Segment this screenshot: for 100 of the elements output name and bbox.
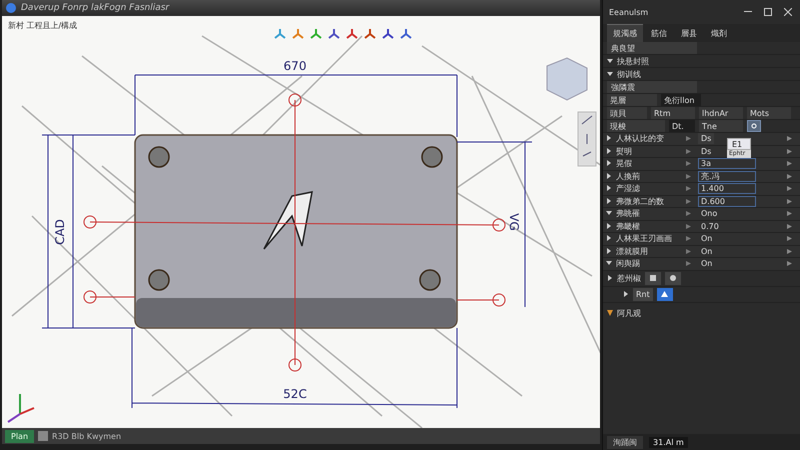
property-label: 熨明 [616, 146, 633, 157]
section-heading: 彻训线 [617, 68, 641, 80]
square-icon [650, 275, 656, 281]
property-label: 晃假 [616, 158, 633, 170]
view-cube-icon[interactable] [546, 57, 588, 101]
circle-icon [670, 275, 676, 281]
axis-view-icon[interactable] [364, 28, 376, 39]
cad-viewport[interactable]: 670 CAD VG 52C 新村 工程且上/構成 [2, 16, 600, 428]
section-heading: 抉悬封照 [617, 56, 649, 66]
tool-button[interactable] [645, 272, 661, 284]
panel-tab[interactable]: 規濁感 [607, 24, 643, 42]
chevron-icon[interactable] [787, 174, 792, 179]
flag-icon [686, 148, 691, 154]
status-text: R3D Blb Kwymen [52, 432, 122, 440]
property-value[interactable]: On [698, 233, 716, 244]
caret-icon[interactable] [623, 291, 629, 297]
property-value[interactable]: 0.70 [698, 220, 722, 232]
flag-icon [686, 161, 691, 166]
section-heading: 阿凡观 [617, 308, 641, 318]
property-label: 产湿滤 [616, 183, 641, 194]
panel-tab[interactable]: 筋信 [645, 24, 673, 42]
column-header: lhdnAr [699, 107, 743, 119]
search-button[interactable] [747, 120, 761, 132]
flag-icon [686, 236, 691, 242]
caret-icon[interactable] [607, 275, 613, 281]
search-icon [751, 123, 757, 129]
part-model-drawing[interactable] [134, 134, 458, 329]
property-label: 人林认比的变 [616, 133, 665, 144]
caret-icon[interactable] [607, 71, 613, 77]
triangle-icon [661, 291, 668, 297]
mode-dropdown[interactable]: 強隣震 [607, 81, 697, 93]
axis-view-icon[interactable] [328, 28, 340, 39]
sub-row-button[interactable]: Rnt [633, 288, 653, 300]
popup-value: E1 [727, 138, 751, 150]
chevron-icon[interactable] [787, 261, 792, 266]
chevron-icon[interactable] [787, 136, 792, 142]
window-title: Daverup Fonrp lakFogn Fasnliasr [21, 3, 170, 13]
property-value[interactable]: Ono [698, 208, 720, 220]
layer-value: 免衍llon [661, 94, 701, 106]
grid-icon[interactable] [38, 431, 48, 441]
axis-view-icon[interactable] [346, 28, 358, 39]
tool-button[interactable] [665, 272, 681, 284]
column-header: Mots [747, 107, 791, 119]
panel-tab[interactable]: 層县 [675, 24, 703, 42]
flag-icon [686, 248, 691, 254]
flag-icon [686, 224, 691, 229]
property-label: 弗微弟二的数 [616, 196, 665, 207]
axis-view-icon[interactable] [400, 28, 412, 39]
property-value[interactable]: 3a [698, 158, 756, 170]
grid-cell: Dt. [669, 120, 695, 132]
footer-value: 31.Al m [649, 436, 688, 448]
footer-label: 洵踊闽 [607, 436, 643, 448]
minimize-icon [744, 11, 752, 13]
column-header: 頭貝 [607, 107, 647, 119]
property-label: 人換荊 [616, 170, 641, 182]
property-value[interactable]: 1.400 [698, 183, 756, 194]
property-label: 惹州椒 [617, 272, 641, 284]
caret-icon[interactable] [607, 310, 613, 316]
flag-icon [686, 174, 691, 179]
tool-button[interactable] [656, 288, 673, 300]
flag-icon [686, 198, 691, 204]
property-label: 弗眺罹 [616, 208, 641, 220]
chevron-icon[interactable] [787, 211, 792, 216]
dimension-label: CAD [53, 219, 67, 245]
dimension-label: 52C [283, 387, 307, 401]
chevron-icon[interactable] [787, 161, 792, 166]
grid-cell: Tne [699, 120, 743, 132]
chevron-icon[interactable] [787, 186, 792, 192]
mode-button[interactable]: Plan [5, 430, 34, 442]
view-tools-icon[interactable] [578, 112, 596, 166]
property-value[interactable]: On [698, 258, 716, 270]
caret-icon[interactable] [607, 58, 613, 64]
layer-label: 晃層 [607, 94, 657, 106]
chevron-icon[interactable] [787, 198, 792, 204]
panel-tab[interactable]: 熾剤 [705, 24, 733, 42]
close-button[interactable] [782, 6, 794, 18]
dimension-label: 670 [284, 59, 306, 73]
chevron-icon[interactable] [787, 224, 792, 229]
preset-dropdown[interactable]: 典良望 [607, 42, 697, 54]
chevron-icon[interactable] [787, 148, 792, 154]
column-header: Rtm [651, 107, 695, 119]
property-label: 弗畿權 [616, 220, 641, 232]
chevron-icon[interactable] [787, 236, 792, 242]
dimension-label: VG [507, 213, 521, 231]
flag-icon [686, 186, 691, 192]
property-label: 漂就膜用 [616, 246, 649, 257]
property-value[interactable]: On [698, 246, 716, 257]
grid-cell: 現梭 [607, 120, 665, 132]
flag-icon [686, 261, 691, 266]
property-value[interactable]: Ds [698, 146, 714, 157]
property-value[interactable]: D.600 [698, 196, 756, 207]
axis-triad-icon [7, 394, 34, 423]
property-label: 闲舆踢 [616, 258, 641, 270]
chevron-icon[interactable] [787, 248, 792, 254]
panel-title: Eeanulsm [609, 8, 648, 16]
axis-view-icon[interactable] [382, 28, 394, 39]
maximize-button[interactable] [762, 6, 774, 18]
app-logo-icon [6, 3, 16, 13]
property-value[interactable]: 亮.冯 [698, 170, 756, 182]
property-value[interactable]: Ds [698, 133, 714, 144]
